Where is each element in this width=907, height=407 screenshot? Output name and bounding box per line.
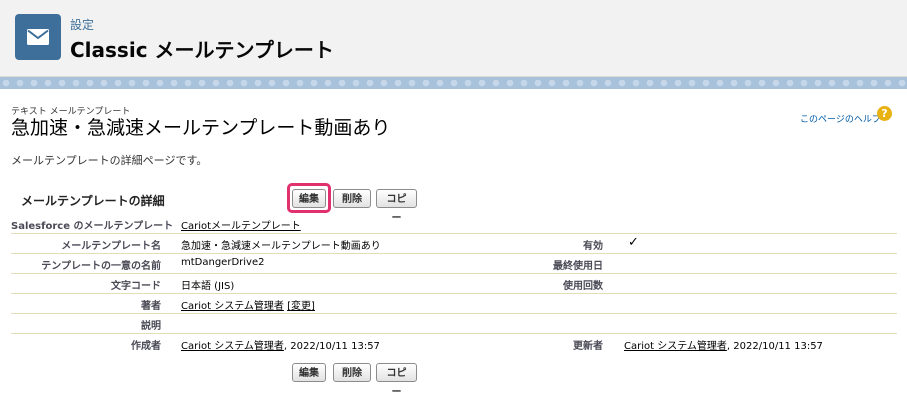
unique-name-label: テンプレートの一意の名前	[41, 261, 161, 272]
times-used-label: 使用回数	[563, 281, 603, 292]
created-by-date: , 2022/10/11 13:57	[283, 341, 380, 352]
name-label: メールテンプレート名	[61, 241, 161, 252]
modified-by-value: Cariot システム管理者, 2022/10/11 13:57	[624, 337, 823, 352]
created-by-value: Cariot システム管理者, 2022/10/11 13:57	[181, 337, 380, 352]
name-value: 急加速・急減速メールテンプレート動画あり	[181, 241, 381, 252]
table-row: 作成者 Cariot システム管理者, 2022/10/11 13:57 更新者…	[11, 334, 897, 353]
table-row: 説明	[11, 314, 897, 334]
folder-label: Salesforce のメールテンプレート	[11, 221, 174, 232]
section-title: メールテンプレートの詳細	[21, 194, 165, 208]
last-used-label: 最終使用日	[553, 261, 603, 272]
checkmark-icon: ✓	[628, 235, 639, 250]
encoding-value: 日本語 (JIS)	[181, 281, 235, 292]
active-label: 有効	[583, 241, 603, 252]
page-header: 設定 Classic メールテンプレート	[0, 0, 907, 77]
table-row: テンプレートの一意の名前 mtDangerDrive2 最終使用日	[11, 254, 897, 274]
decorative-band	[0, 77, 907, 89]
author-value: Cariot システム管理者 [変更]	[181, 297, 315, 312]
modified-by-date: , 2022/10/11 13:57	[726, 341, 823, 352]
description-label: 説明	[141, 321, 161, 332]
created-by-label: 作成者	[131, 341, 161, 352]
table-row: Salesforce のメールテンプレート Cariotメールテンプレート	[11, 214, 897, 234]
delete-button-bottom[interactable]: 削除	[333, 363, 371, 382]
help-link[interactable]: このページのヘルプ	[800, 112, 881, 125]
modified-by-label: 更新者	[573, 341, 603, 352]
copy-button[interactable]: コピー	[376, 189, 417, 224]
header-title: Classic メールテンプレート	[70, 38, 334, 62]
detail-table: Salesforce のメールテンプレート Cariotメールテンプレート メー…	[11, 214, 897, 353]
table-row: 著者 Cariot システム管理者 [変更]	[11, 294, 897, 314]
author-label: 著者	[141, 301, 161, 312]
edit-button-bottom[interactable]: 編集	[292, 363, 326, 382]
author-link[interactable]: Cariot システム管理者	[181, 301, 284, 312]
page-title: 急加速・急減速メールテンプレート動画あり	[11, 117, 391, 139]
help-icon[interactable]: ?	[877, 106, 892, 121]
author-change-link[interactable]: [変更]	[287, 301, 315, 312]
modified-by-user-link[interactable]: Cariot システム管理者	[624, 341, 727, 352]
page-description: メールテンプレートの詳細ページです。	[11, 154, 208, 167]
table-row: メールテンプレート名 急加速・急減速メールテンプレート動画あり 有効 ✓	[11, 234, 897, 254]
folder-link[interactable]: Cariotメールテンプレート	[181, 217, 301, 232]
delete-button[interactable]: 削除	[333, 189, 371, 208]
encoding-label: 文字コード	[111, 281, 161, 292]
header-subtitle-link[interactable]: 設定	[70, 16, 94, 33]
edit-button[interactable]: 編集	[292, 189, 326, 208]
unique-name-value: mtDangerDrive2	[181, 257, 265, 268]
table-row: 文字コード 日本語 (JIS) 使用回数	[11, 274, 897, 294]
created-by-user-link[interactable]: Cariot システム管理者	[181, 341, 284, 352]
copy-button-bottom[interactable]: コピー	[376, 363, 417, 398]
email-icon	[15, 14, 61, 60]
